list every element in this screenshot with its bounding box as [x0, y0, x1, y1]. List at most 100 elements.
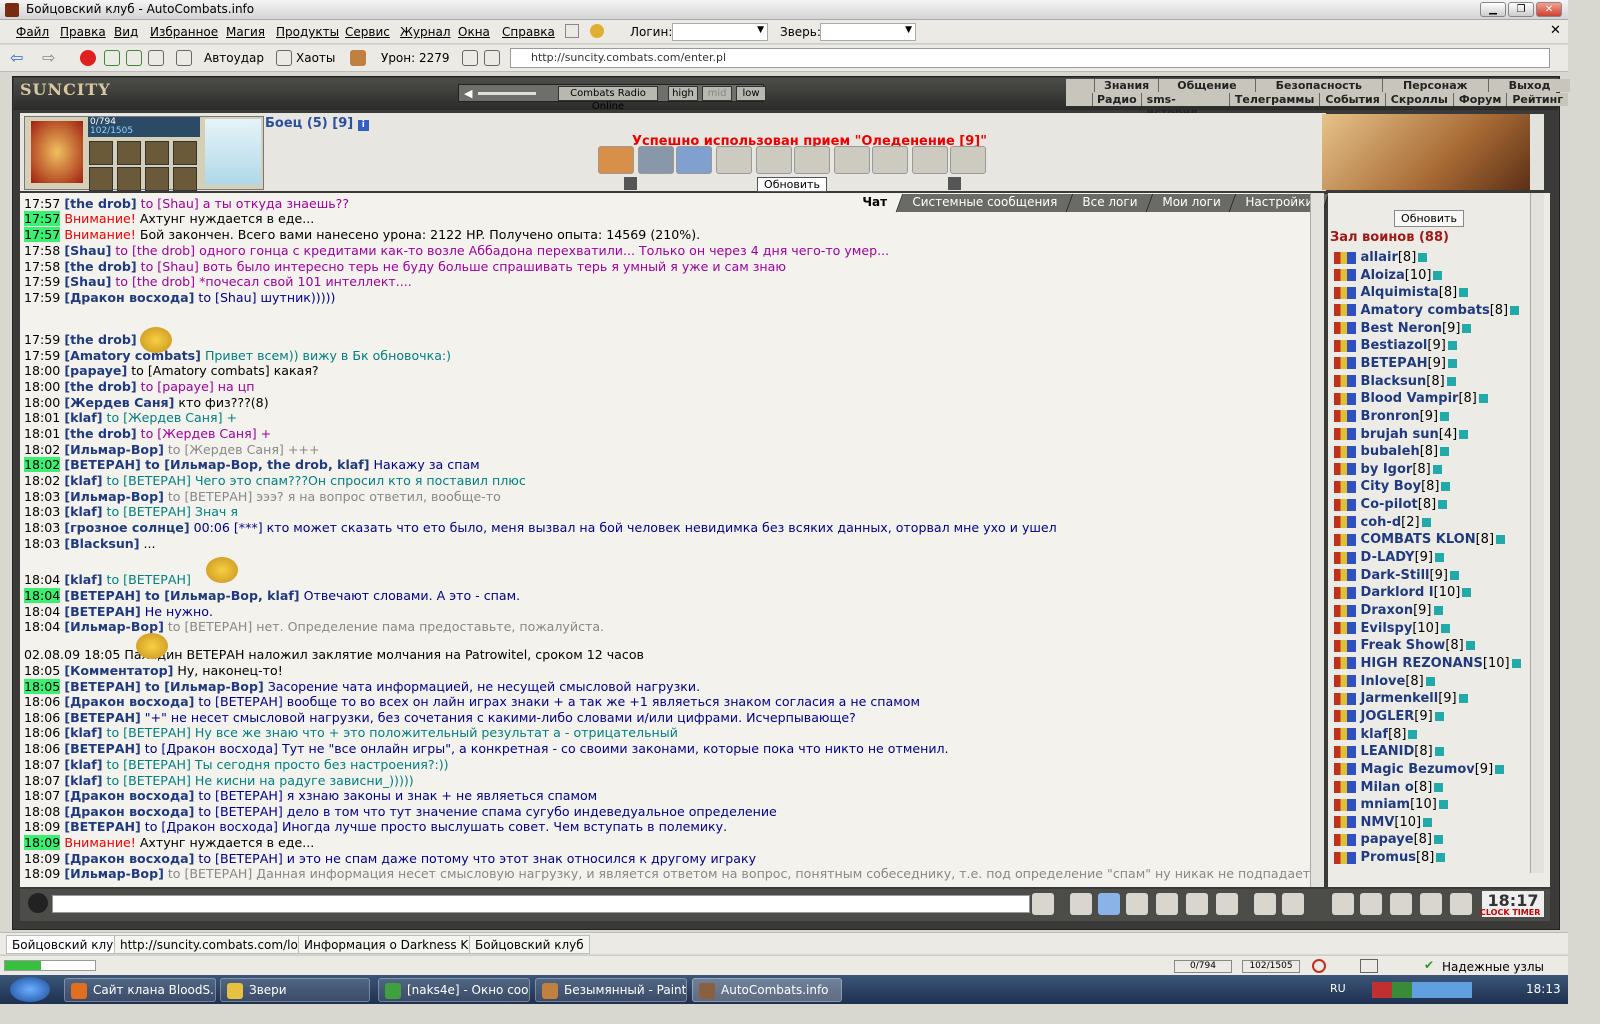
tab-all-logs[interactable]: Все логи [1066, 194, 1154, 212]
message-time[interactable]: 18:04 [24, 619, 60, 634]
info-icon[interactable] [1465, 641, 1475, 651]
private-message-icon[interactable] [1334, 816, 1356, 829]
message-time[interactable]: 18:09 [24, 866, 60, 881]
technique-slot[interactable] [912, 146, 948, 174]
message-recipient[interactable]: to [Shau] [137, 196, 199, 211]
private-message-icon[interactable] [1334, 763, 1356, 776]
message-recipient[interactable]: to [Ильмар-Вор, klaf] [141, 588, 299, 603]
player-item[interactable]: Alquimista[8] [1334, 284, 1469, 301]
message-author[interactable]: [Blacksun] [64, 536, 139, 551]
player-name[interactable]: coh-d [1361, 515, 1402, 530]
message-author[interactable]: [klaf] [64, 572, 102, 587]
nav-scrolls[interactable]: Скроллы [1384, 93, 1453, 106]
browser-tab[interactable]: Бойцовский клуб [469, 935, 590, 954]
technique-slot[interactable] [598, 146, 634, 174]
player-item[interactable]: Magic Bezumov[9] [1334, 761, 1505, 778]
equip-slot[interactable] [89, 167, 113, 191]
player-item[interactable]: JOGLER[9] [1334, 708, 1444, 725]
message-recipient[interactable]: to [Дракон восхода] [141, 741, 278, 756]
message-time[interactable]: 17:59 [24, 274, 60, 289]
message-recipient[interactable]: to [ВЕТЕРАН] [103, 757, 191, 772]
message-time[interactable]: 17:58 [24, 259, 60, 274]
player-name[interactable]: Amatory combats [1361, 303, 1490, 318]
message-time[interactable]: 18:09 [24, 835, 61, 850]
player-name[interactable]: ВЕТЕРАН [1361, 356, 1428, 371]
private-message-icon[interactable] [1334, 357, 1356, 370]
info-icon[interactable] [1511, 658, 1521, 668]
filter-icon[interactable] [484, 50, 500, 66]
player-name[interactable]: Milan o [1361, 780, 1414, 795]
info-icon[interactable] [1510, 305, 1520, 315]
info-icon[interactable] [1495, 764, 1505, 774]
nav-forum[interactable]: Форум [1452, 93, 1507, 106]
browser-tab[interactable]: http://suncity.combats.com/lo... [114, 935, 316, 954]
nav-telegrams[interactable]: Телеграммы [1228, 93, 1320, 106]
message-time[interactable]: 17:58 [24, 243, 60, 258]
info-icon[interactable] [1449, 570, 1459, 580]
radio-low[interactable]: low [736, 86, 766, 101]
private-message-icon[interactable] [1334, 428, 1356, 440]
chat-scrollbar[interactable] [1310, 193, 1324, 887]
radio-station[interactable]: Combats Radio Online [558, 86, 658, 112]
smiley-icon[interactable] [590, 24, 604, 38]
player-name[interactable]: D-LADY [1361, 550, 1415, 565]
autoattack-button[interactable]: Автоудар [204, 51, 264, 65]
message-author[interactable]: [klaf] [64, 410, 102, 425]
player-name[interactable]: Inlove [1361, 674, 1406, 689]
player-item[interactable]: Evilspy[10] [1334, 620, 1451, 637]
player-name[interactable]: HIGH REZONANS [1361, 656, 1483, 671]
player-name[interactable]: Blood Vampir [1361, 391, 1459, 406]
private-message-icon[interactable] [1334, 516, 1356, 529]
player-name[interactable]: Jarmenkell [1361, 691, 1439, 706]
player-item[interactable]: papaye[8] [1334, 831, 1444, 848]
technique-right-icon[interactable] [948, 177, 961, 190]
player-name[interactable]: City Boy [1361, 479, 1422, 494]
message-time[interactable]: 18:00 [24, 379, 60, 394]
message-recipient[interactable]: Внимание! [64, 211, 136, 226]
player-name[interactable]: klaf [1361, 727, 1389, 742]
address-bar[interactable]: http://suncity.combats.com/enter.pl [510, 48, 1550, 68]
player-item[interactable]: Aloiza[10] [1334, 267, 1443, 284]
private-message-icon[interactable] [1334, 251, 1356, 264]
message-author[interactable]: [Amatory combats] [64, 348, 201, 363]
message-time[interactable]: 18:04 [24, 588, 61, 603]
emoticon-icon[interactable] [1254, 893, 1276, 915]
message-time[interactable]: 17:59 [24, 348, 60, 363]
private-message-icon[interactable] [1334, 657, 1356, 670]
forward-icon[interactable]: ⇨ [42, 50, 58, 66]
refresh-all-icon[interactable] [126, 50, 142, 66]
message-time[interactable]: 18:07 [24, 773, 60, 788]
player-item[interactable]: Co-pilot[8] [1334, 496, 1448, 513]
player-item[interactable]: by Igor[8] [1334, 461, 1442, 478]
player-name[interactable]: Darklord I [1361, 585, 1434, 600]
private-message-icon[interactable] [1334, 498, 1356, 511]
refresh-icon[interactable] [104, 50, 120, 66]
equip-slot[interactable] [173, 167, 197, 191]
message-recipient[interactable]: to [ВЕТЕРАН] [194, 804, 282, 819]
info-icon[interactable] [1447, 341, 1457, 351]
private-message-icon[interactable] [1334, 728, 1356, 741]
private-message-icon[interactable] [1334, 692, 1356, 705]
private-message-icon[interactable] [1334, 375, 1356, 388]
player-name[interactable]: brujah sun [1361, 427, 1439, 442]
fighter-name[interactable]: Боец (5) [9] i [265, 116, 369, 131]
message-time[interactable]: 18:05 [24, 663, 60, 678]
players-scrollbar[interactable] [1530, 193, 1544, 873]
player-item[interactable]: D-LADY[9] [1334, 549, 1444, 566]
player-name[interactable]: Best Neron [1361, 321, 1443, 336]
info-icon[interactable] [1446, 376, 1456, 386]
send-icon[interactable] [1032, 893, 1054, 915]
info-icon[interactable] [1408, 729, 1418, 739]
message-author[interactable]: [ВЕТЕРАН] [64, 710, 140, 725]
nav-communication[interactable]: Общение [1158, 79, 1255, 92]
message-recipient[interactable]: Внимание! [64, 835, 136, 850]
player-item[interactable]: Milan o[8] [1334, 779, 1444, 796]
equip-slot[interactable] [173, 141, 197, 165]
close-tab-icon[interactable]: ✕ [1550, 23, 1561, 38]
message-time[interactable]: 18:06 [24, 741, 60, 756]
message-author[interactable]: [Дракон восхода] [64, 804, 194, 819]
message-time[interactable]: 17:57 [24, 227, 61, 242]
runner-icon[interactable] [1156, 893, 1178, 915]
tab-my-logs[interactable]: Мои логи [1146, 194, 1237, 212]
start-button[interactable] [10, 977, 50, 1002]
